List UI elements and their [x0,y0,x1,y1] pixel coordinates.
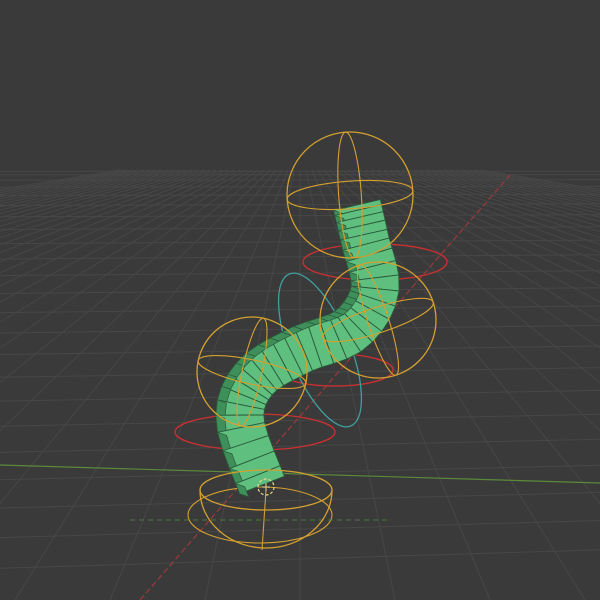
base-ring [187,486,333,544]
grid-line [389,169,600,239]
grid-line [371,169,600,263]
grid-line [0,169,229,263]
grid-line [443,169,600,202]
grid-line [431,169,600,208]
grid-line [455,169,600,198]
bent-tube-mesh[interactable] [215,198,400,498]
grid-line [311,169,491,600]
grid-line [359,169,600,287]
grid-line [479,169,600,190]
grid-line [0,169,259,349]
3d-viewport[interactable] [0,0,600,600]
grid-line [0,169,223,254]
base-gizmo-arc [199,489,333,549]
grid-line [0,169,211,239]
grid-line [0,169,241,287]
grid-line [449,169,600,200]
grid-line [437,169,600,205]
grid-line [419,169,600,214]
grid-line [0,169,247,303]
grid-line [467,169,600,194]
grid-line [353,169,600,303]
viewport-scene[interactable] [0,0,600,600]
axis-x-line [139,174,511,600]
floor-grid [0,169,600,600]
grid-line [377,169,600,254]
